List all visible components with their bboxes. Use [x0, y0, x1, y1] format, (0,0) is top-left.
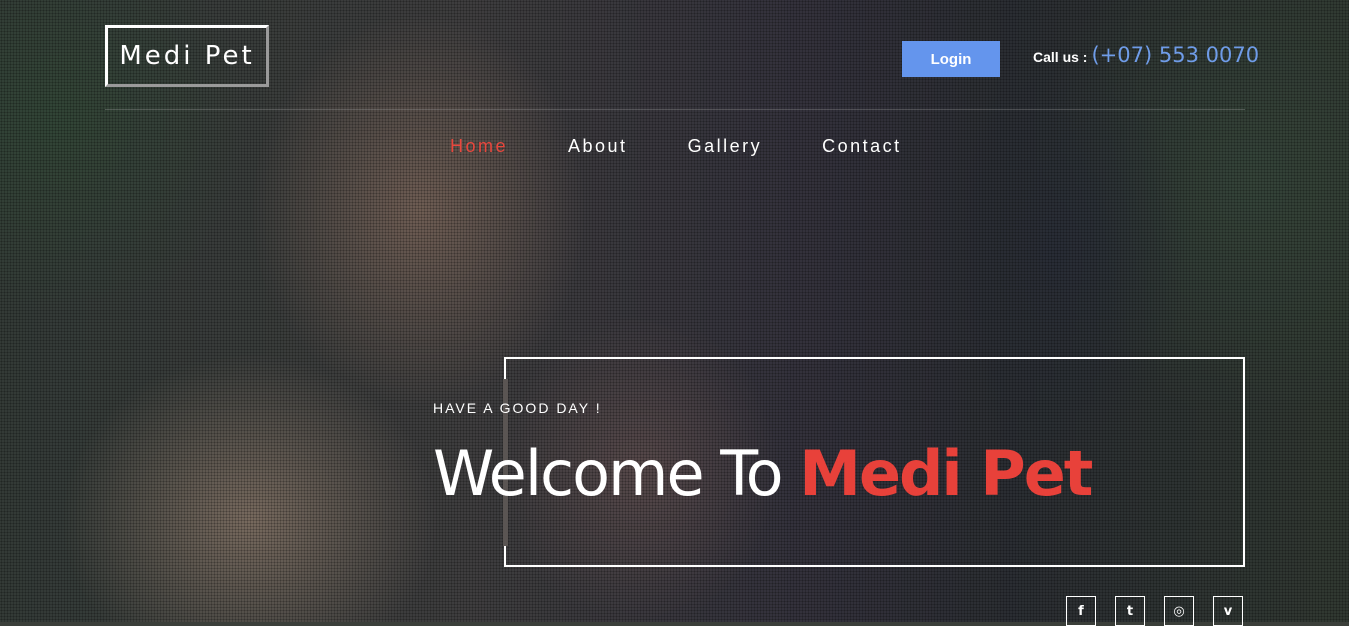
hero-brand-text: Medi Pet — [799, 437, 1093, 510]
header-divider — [105, 109, 1245, 110]
site-logo-text: Medi Pet — [119, 41, 255, 71]
hero-welcome-text: Welcome To — [433, 437, 800, 510]
nav-item-gallery[interactable]: Gallery — [688, 136, 763, 157]
call-us-label: Call us : — [1033, 49, 1088, 65]
hero-tagline: HAVE A GOOD DAY ! — [433, 400, 602, 416]
login-button[interactable]: Login — [902, 41, 1000, 77]
hero-headline: Welcome To Medi Pet — [433, 436, 1093, 512]
nav-item-about[interactable]: About — [568, 136, 628, 157]
main-nav: Home About Gallery Contact — [450, 136, 962, 157]
phone-number[interactable]: (+07) 553 0070 — [1091, 43, 1259, 67]
call-us: Call us : (+07) 553 0070 — [1033, 43, 1259, 73]
nav-item-contact[interactable]: Contact — [822, 136, 902, 157]
site-logo[interactable]: Medi Pet — [105, 25, 269, 87]
nav-item-home[interactable]: Home — [450, 136, 508, 157]
